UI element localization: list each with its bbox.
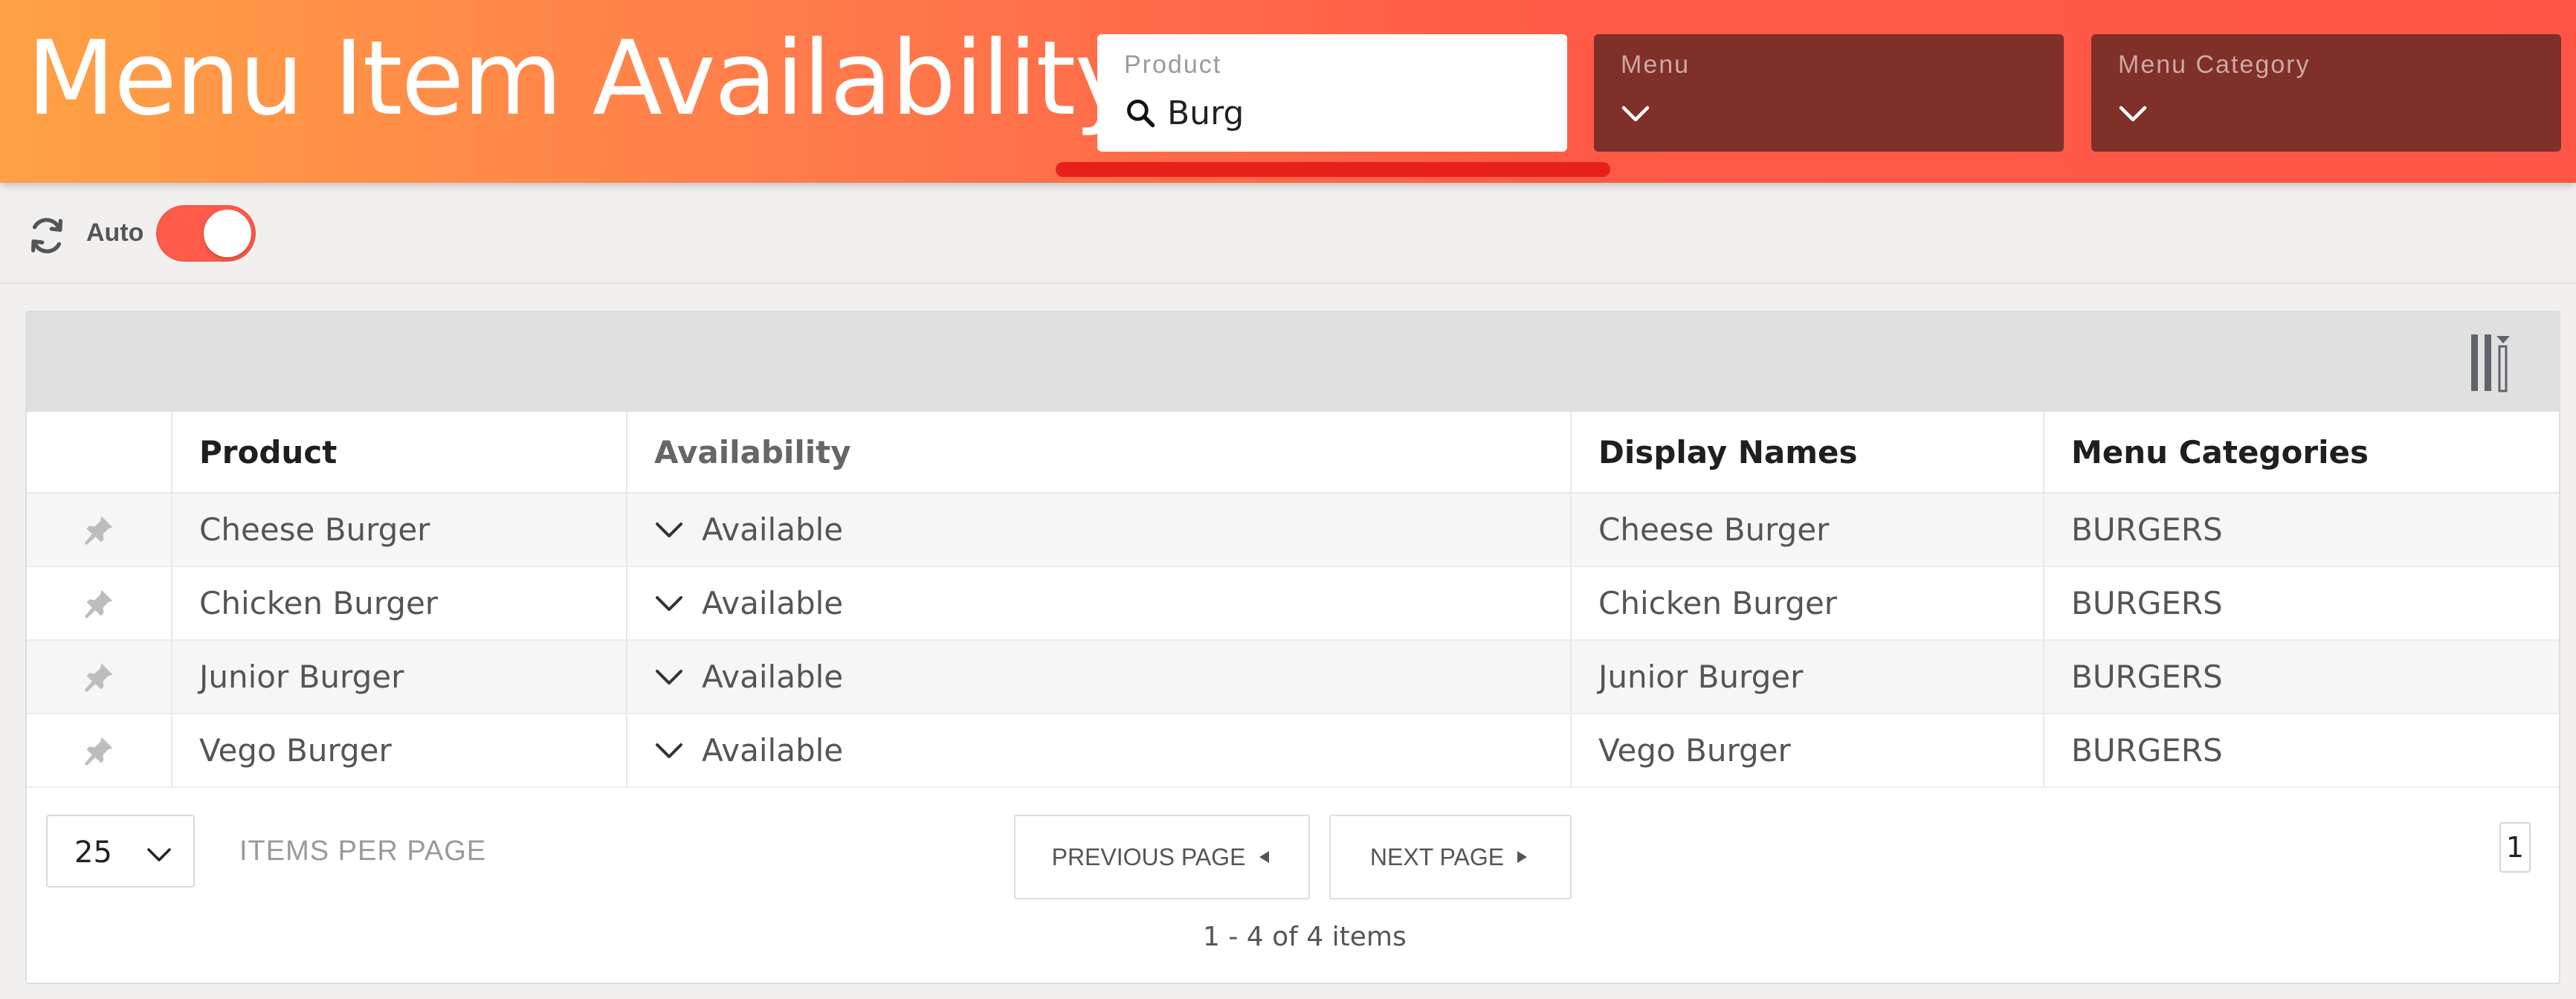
availability-cell[interactable]: Available [626, 714, 1570, 786]
next-page-button[interactable]: NEXT PAGE [1329, 815, 1572, 899]
product-cell: Chicken Burger [199, 585, 439, 621]
table-row: Vego Burger Available Vego Burger BURGER… [27, 714, 2559, 788]
column-divider [2043, 412, 2044, 492]
column-divider [2043, 641, 2044, 713]
pin-cell[interactable] [27, 641, 171, 713]
menu-category-cell: BURGERS [2071, 585, 2223, 621]
availability-cell[interactable]: Available [626, 494, 1570, 566]
page-title: Menu Item Availability [27, 19, 1135, 138]
column-divider [171, 494, 172, 566]
display-name-cell: Chicken Burger [1598, 585, 1838, 621]
product-cell: Junior Burger [199, 659, 404, 695]
current-page-indicator[interactable]: 1 [2499, 822, 2531, 873]
menu-category-cell: BURGERS [2071, 659, 2223, 695]
display-name-cell: Cheese Burger [1598, 511, 1830, 548]
toolbar: Auto [0, 183, 2576, 284]
product-filter[interactable]: Product [1097, 34, 1567, 152]
column-divider [1570, 494, 1572, 566]
pin-icon[interactable] [83, 734, 115, 767]
availability-cell[interactable]: Available [626, 641, 1570, 713]
column-divider [171, 567, 172, 639]
column-divider [626, 412, 627, 492]
column-header-menu-categories[interactable]: Menu Categories [2043, 412, 2563, 492]
column-divider [171, 641, 172, 713]
chevron-down-icon[interactable] [654, 594, 684, 613]
pin-column-header [27, 412, 171, 492]
chevron-down-icon[interactable] [654, 520, 684, 540]
display-name-cell: Vego Burger [1598, 732, 1791, 769]
triangle-right-icon [1517, 851, 1528, 863]
product-cell: Cheese Burger [199, 511, 430, 548]
table-header-row: Product Availability Display Names Menu … [27, 412, 2559, 494]
next-page-label: NEXT PAGE [1369, 843, 1505, 870]
menu-category-filter-label: Menu Category [2118, 51, 2311, 79]
chevron-down-icon[interactable] [654, 741, 684, 760]
chevron-down-icon [2119, 106, 2147, 122]
column-divider [171, 714, 172, 786]
table-row: Cheese Burger Available Cheese Burger BU… [27, 494, 2559, 567]
previous-page-label: PREVIOUS PAGE [1051, 843, 1246, 870]
product-search-input[interactable] [1167, 91, 1539, 135]
table-row: Junior Burger Available Junior Burger BU… [27, 641, 2559, 714]
table-row: Chicken Burger Available Chicken Burger … [27, 567, 2559, 641]
pin-icon[interactable] [83, 587, 115, 620]
availability-value: Available [702, 585, 844, 621]
product-filter-label: Product [1124, 51, 1222, 79]
column-divider [1570, 412, 1572, 492]
column-divider [626, 494, 627, 566]
column-divider [1570, 641, 1572, 713]
column-divider [626, 714, 627, 786]
column-divider [2043, 567, 2044, 639]
pin-icon[interactable] [83, 514, 115, 546]
chevron-down-icon [147, 848, 171, 861]
menu-category-cell: BURGERS [2071, 511, 2223, 548]
auto-refresh-toggle[interactable] [156, 205, 256, 262]
column-divider [171, 412, 172, 492]
items-per-page-label: ITEMS PER PAGE [239, 835, 487, 867]
menu-category-filter-dropdown[interactable]: Menu Category [2091, 34, 2561, 152]
availability-value: Available [702, 732, 844, 769]
search-icon [1127, 100, 1155, 128]
previous-page-button[interactable]: PREVIOUS PAGE [1014, 815, 1310, 899]
display-name-cell: Junior Burger [1598, 659, 1804, 695]
column-divider [626, 567, 627, 639]
grid-toolbar [27, 312, 2559, 412]
column-divider [1570, 714, 1572, 786]
column-divider [2043, 494, 2044, 566]
column-divider [2043, 714, 2044, 786]
column-header-product[interactable]: Product [171, 412, 626, 492]
columns-icon[interactable] [2470, 333, 2522, 392]
menu-filter-dropdown[interactable]: Menu [1594, 34, 2064, 152]
menu-filter-label: Menu [1621, 51, 1691, 79]
triangle-left-icon [1259, 851, 1270, 863]
refresh-icon[interactable] [25, 214, 68, 257]
column-divider [1570, 567, 1572, 639]
app-header: Menu Item Availability Product Menu Menu… [0, 0, 2576, 183]
column-divider [626, 641, 627, 713]
column-header-availability[interactable]: Availability [626, 412, 1570, 492]
auto-refresh-label: Auto [86, 219, 144, 247]
page-size-value: 25 [74, 835, 112, 870]
chevron-down-icon [1621, 106, 1650, 122]
page-size-select[interactable]: 25 [46, 815, 195, 888]
availability-cell[interactable]: Available [626, 567, 1570, 639]
pin-cell[interactable] [27, 567, 171, 639]
column-header-display-names[interactable]: Display Names [1570, 412, 2043, 492]
chevron-down-icon[interactable] [654, 667, 684, 687]
pin-icon[interactable] [83, 661, 115, 694]
items-summary: 1 - 4 of 4 items [1203, 922, 1407, 952]
menu-category-cell: BURGERS [2071, 732, 2223, 769]
pin-cell[interactable] [27, 494, 171, 566]
pin-cell[interactable] [27, 714, 171, 786]
highlight-underline [1056, 162, 1610, 177]
availability-value: Available [702, 659, 844, 695]
availability-value: Available [702, 511, 844, 548]
toggle-knob [204, 210, 251, 257]
product-cell: Vego Burger [199, 732, 392, 769]
